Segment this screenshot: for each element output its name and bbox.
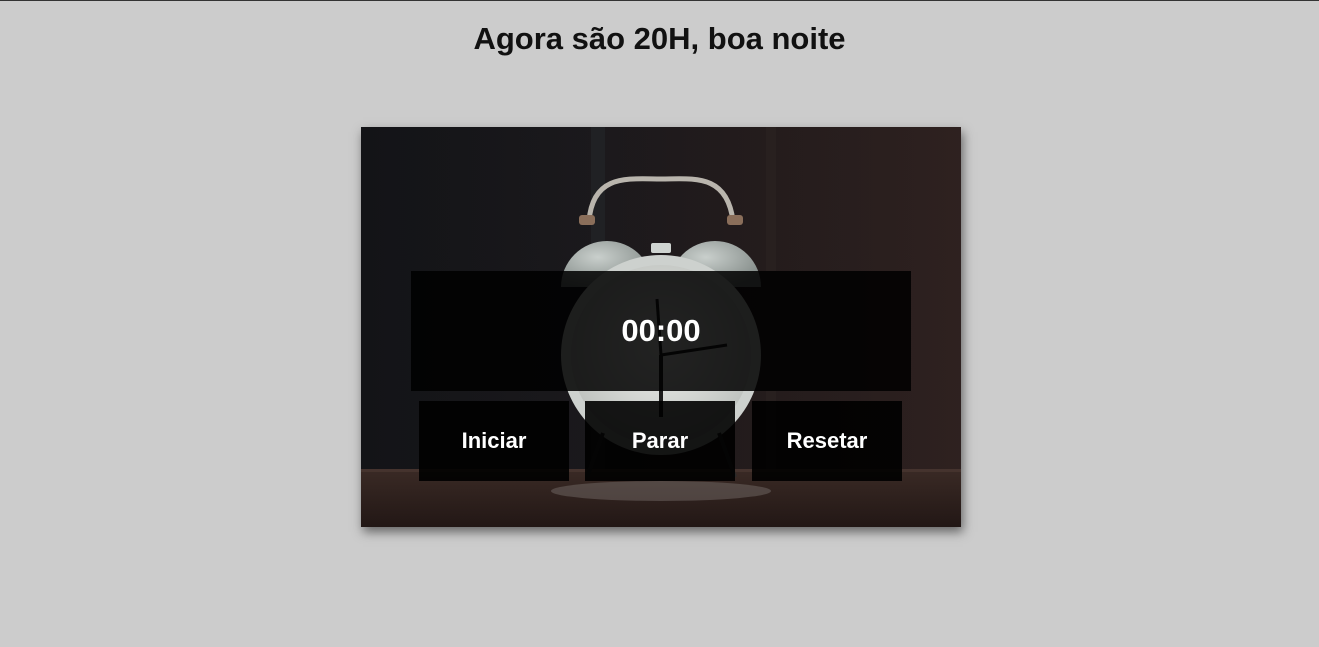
timer-display: 00:00 [411, 271, 911, 391]
stop-button[interactable]: Parar [585, 401, 735, 481]
reset-button[interactable]: Resetar [752, 401, 902, 481]
start-button[interactable]: Iniciar [419, 401, 569, 481]
greeting-heading: Agora são 20H, boa noite [473, 21, 846, 56]
timer-panel: 00:00 Iniciar Parar Resetar [361, 127, 961, 527]
